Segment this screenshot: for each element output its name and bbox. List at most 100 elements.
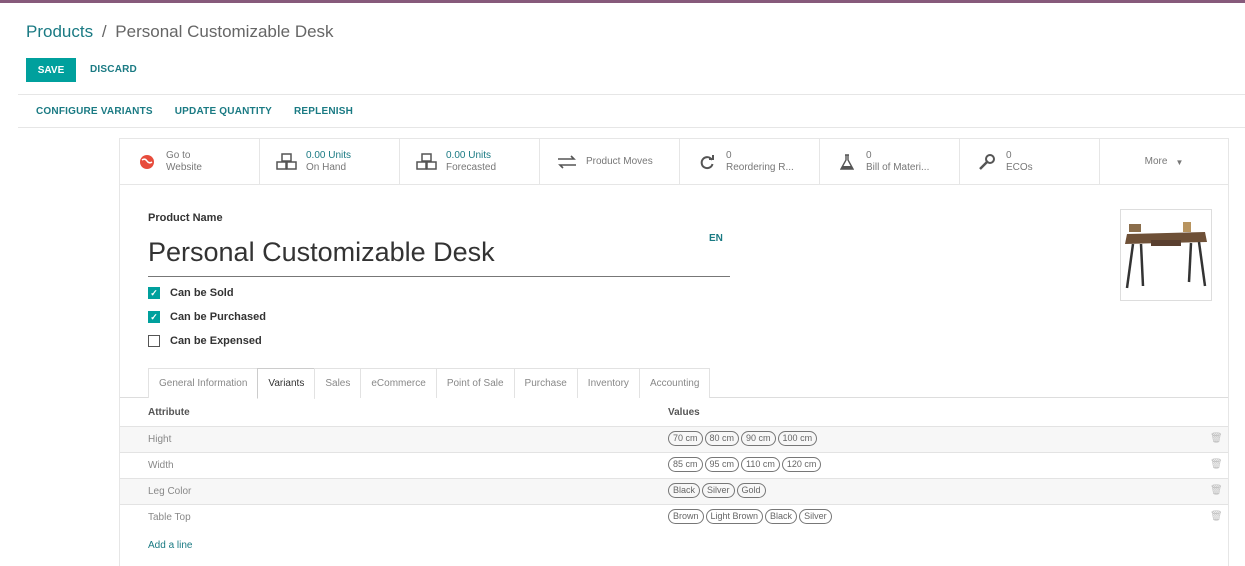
trash-icon[interactable]: 🗑: [1210, 511, 1223, 522]
notebook-tabs: General Information Variants Sales eComm…: [148, 368, 711, 399]
value-tag: Light Brown: [705, 509, 764, 524]
add-a-line-link[interactable]: Add a line: [148, 540, 192, 551]
value-tag: Silver: [799, 509, 832, 524]
breadcrumb-products-link[interactable]: Products: [26, 22, 93, 41]
attribute-cell: Table Top: [148, 512, 191, 523]
smart-button-forecasted[interactable]: 0.00 Units Forecasted: [400, 139, 540, 185]
smart-button-bill-of-materials[interactable]: 0 Bill of Materi...: [820, 139, 960, 185]
smart-buttons: Go to Website 0.00 Units On Hand 0.00 Unit…: [120, 139, 1228, 185]
more-label: More: [1144, 156, 1168, 167]
trash-icon[interactable]: 🗑: [1210, 485, 1223, 496]
value-tag: 80 cm: [704, 431, 740, 446]
action-bar: CONFIGURE VARIANTS UPDATE QUANTITY REPLE…: [36, 106, 353, 117]
checkbox-unchecked-icon: [148, 335, 160, 347]
values-cell: 70 cm 80 cm 90 cm 100 cm: [668, 431, 818, 446]
breadcrumb-current: Personal Customizable Desk: [115, 22, 334, 41]
smart-button-go-to-website[interactable]: Go to Website: [120, 139, 260, 185]
value-tag: 120 cm: [781, 457, 822, 472]
smart-button-line2: Product Moves: [586, 156, 653, 167]
product-image[interactable]: [1120, 209, 1212, 301]
checkbox-label: Can be Expensed: [170, 335, 262, 347]
language-button[interactable]: EN: [709, 233, 723, 244]
smart-button-product-moves[interactable]: Product Moves: [540, 139, 680, 185]
cubes-icon: [276, 151, 298, 173]
tab-inventory[interactable]: Inventory: [576, 368, 640, 398]
attribute-cell: Leg Color: [148, 486, 192, 497]
can-be-expensed-checkbox[interactable]: Can be Expensed: [148, 335, 262, 347]
attribute-cell: Width: [148, 460, 174, 471]
cubes-icon: [416, 151, 438, 173]
checkbox-label: Can be Purchased: [170, 311, 266, 323]
tab-accounting[interactable]: Accounting: [638, 368, 711, 398]
desk-image: [1121, 210, 1211, 300]
value-tag: Black: [668, 483, 701, 498]
value-tag: Brown: [668, 509, 704, 524]
checkbox-label: Can be Sold: [170, 287, 234, 299]
divider: [18, 94, 1245, 95]
discard-button[interactable]: DISCARD: [90, 64, 137, 75]
attribute-cell: Hight: [148, 434, 172, 445]
value-tag: 90 cm: [741, 431, 776, 446]
can-be-sold-checkbox[interactable]: ✓ Can be Sold: [148, 287, 234, 299]
values-cell: 85 cm 95 cm 110 cm 120 cm: [668, 457, 822, 472]
configure-variants-button[interactable]: CONFIGURE VARIANTS: [36, 106, 153, 117]
on-hand-value: 0.00 Units: [306, 150, 352, 161]
value-tag: 100 cm: [777, 431, 818, 446]
values-cell: Black Silver Gold: [668, 483, 766, 498]
smart-button-line1: Go to: [166, 150, 191, 161]
form-sheet: Go to Website 0.00 Units On Hand 0.00 Unit…: [119, 138, 1229, 566]
tab-purchase[interactable]: Purchase: [513, 368, 578, 398]
smart-button-line2: Reordering R...: [726, 162, 794, 173]
checkbox-checked-icon: ✓: [148, 287, 160, 299]
smart-button-line1: 0: [866, 150, 872, 161]
value-tag: Silver: [702, 483, 735, 498]
replenish-button[interactable]: REPLENISH: [294, 106, 353, 117]
value-tag: Black: [765, 509, 798, 524]
smart-button-line2: Forecasted: [446, 162, 497, 173]
value-tag: 70 cm: [668, 431, 703, 446]
more-dropdown-button[interactable]: More ▼: [1100, 139, 1228, 185]
breadcrumb-separator: /: [101, 22, 107, 41]
column-header-values: Values: [668, 407, 700, 418]
breadcrumb: Products / Personal Customizable Desk: [26, 22, 334, 42]
smart-button-line2: On Hand: [306, 162, 347, 173]
value-tag: 110 cm: [741, 457, 780, 472]
product-name-input[interactable]: Personal Customizable Desk: [148, 237, 730, 277]
smart-button-on-hand[interactable]: 0.00 Units On Hand: [260, 139, 400, 185]
smart-button-line1: 0: [726, 150, 732, 161]
smart-button-reordering-rules[interactable]: 0 Reordering R...: [680, 139, 820, 185]
save-button[interactable]: SAVE: [26, 58, 76, 82]
value-tag: 85 cm: [668, 457, 703, 472]
smart-button-line2: Website: [166, 162, 202, 173]
smart-button-line2: Bill of Materi...: [866, 162, 930, 173]
table-row[interactable]: Leg Color Black Silver Gold 🗑: [120, 478, 1228, 504]
update-quantity-button[interactable]: UPDATE QUANTITY: [175, 106, 272, 117]
tab-ecommerce[interactable]: eCommerce: [360, 368, 437, 398]
wrench-icon: [976, 151, 998, 173]
tab-general-information[interactable]: General Information: [148, 368, 259, 398]
tab-variants[interactable]: Variants: [257, 368, 316, 399]
column-header-attribute: Attribute: [148, 407, 190, 418]
trash-icon[interactable]: 🗑: [1210, 433, 1223, 444]
exchange-icon: [556, 151, 578, 173]
table-row[interactable]: Width 85 cm 95 cm 110 cm 120 cm 🗑: [120, 452, 1228, 478]
caret-down-icon: ▼: [1175, 157, 1184, 167]
smart-button-ecos[interactable]: 0 ECOs: [960, 139, 1100, 185]
smart-button-line1: 0: [1006, 150, 1012, 161]
checkbox-checked-icon: ✓: [148, 311, 160, 323]
smart-button-line2: ECOs: [1006, 162, 1033, 173]
table-row[interactable]: Table Top Brown Light Brown Black Silver…: [120, 504, 1228, 530]
value-tag: 95 cm: [704, 457, 740, 472]
can-be-purchased-checkbox[interactable]: ✓ Can be Purchased: [148, 311, 266, 323]
trash-icon[interactable]: 🗑: [1210, 459, 1223, 470]
product-name-label: Product Name: [148, 212, 223, 224]
tab-sales[interactable]: Sales: [314, 368, 362, 398]
value-tag: Gold: [736, 483, 766, 498]
values-cell: Brown Light Brown Black Silver: [668, 509, 832, 524]
flask-icon: [836, 151, 858, 173]
top-brand-bar: [0, 0, 1245, 8]
forecasted-value: 0.00 Units: [446, 150, 492, 161]
refresh-icon: [696, 151, 718, 173]
tab-point-of-sale[interactable]: Point of Sale: [435, 368, 515, 398]
table-row[interactable]: Hight 70 cm 80 cm 90 cm 100 cm 🗑: [120, 426, 1228, 452]
